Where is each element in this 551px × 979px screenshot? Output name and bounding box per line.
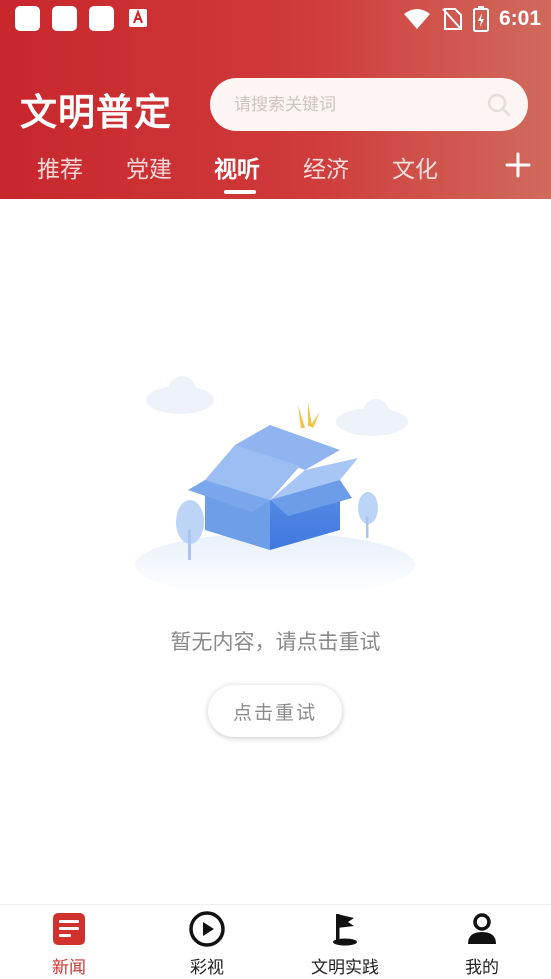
active-tab-indicator [224, 190, 256, 194]
no-sim-icon [442, 8, 462, 30]
tab-audiovisual[interactable]: 视听 [214, 150, 260, 184]
play-circle-icon [189, 911, 225, 947]
retry-button[interactable]: 点击重试 [208, 685, 342, 737]
app-title: 文明普定 [20, 90, 172, 134]
status-bar: 6:01 [0, 0, 551, 40]
add-channel-icon[interactable] [505, 152, 531, 178]
search-icon[interactable] [486, 92, 512, 118]
user-icon [468, 913, 496, 944]
notification-icon [89, 6, 114, 31]
notification-icon [52, 6, 77, 31]
nav-label: 文明实践 [311, 958, 379, 978]
nav-item-news[interactable]: 新闻 [0, 905, 138, 979]
tab-culture[interactable]: 文化 [392, 150, 438, 184]
search-input[interactable] [234, 94, 486, 115]
tab-recommend[interactable]: 推荐 [37, 150, 83, 184]
tab-party[interactable]: 党建 [126, 150, 172, 184]
wifi-icon [403, 9, 430, 29]
nav-label: 我的 [465, 958, 499, 978]
nav-label: 新闻 [52, 958, 86, 978]
battery-charging-icon [472, 6, 489, 32]
status-time: 6:01 [498, 7, 541, 30]
nav-item-practice[interactable]: 文明实践 [276, 905, 414, 979]
nav-item-video[interactable]: 彩视 [138, 905, 276, 979]
notification-icon [15, 6, 40, 31]
category-tabs: 推荐 党建 视听 经济 文化 [0, 146, 551, 196]
bottom-nav: 新闻 彩视 文明实践 我的 [0, 904, 551, 979]
app-notification-icon [129, 9, 147, 27]
app-header: 6:01 文明普定 推荐 党建 视听 经济 文化 [0, 0, 551, 199]
empty-message: 暂无内容，请点击重试 [170, 630, 381, 654]
flag-icon [333, 914, 357, 946]
nav-label: 彩视 [190, 958, 224, 978]
news-icon [53, 913, 85, 945]
search-bar[interactable] [210, 78, 528, 131]
empty-box-illustration [135, 376, 415, 590]
nav-item-profile[interactable]: 我的 [413, 905, 551, 979]
tab-economy[interactable]: 经济 [303, 150, 349, 184]
status-indicators: 6:01 [403, 4, 541, 34]
